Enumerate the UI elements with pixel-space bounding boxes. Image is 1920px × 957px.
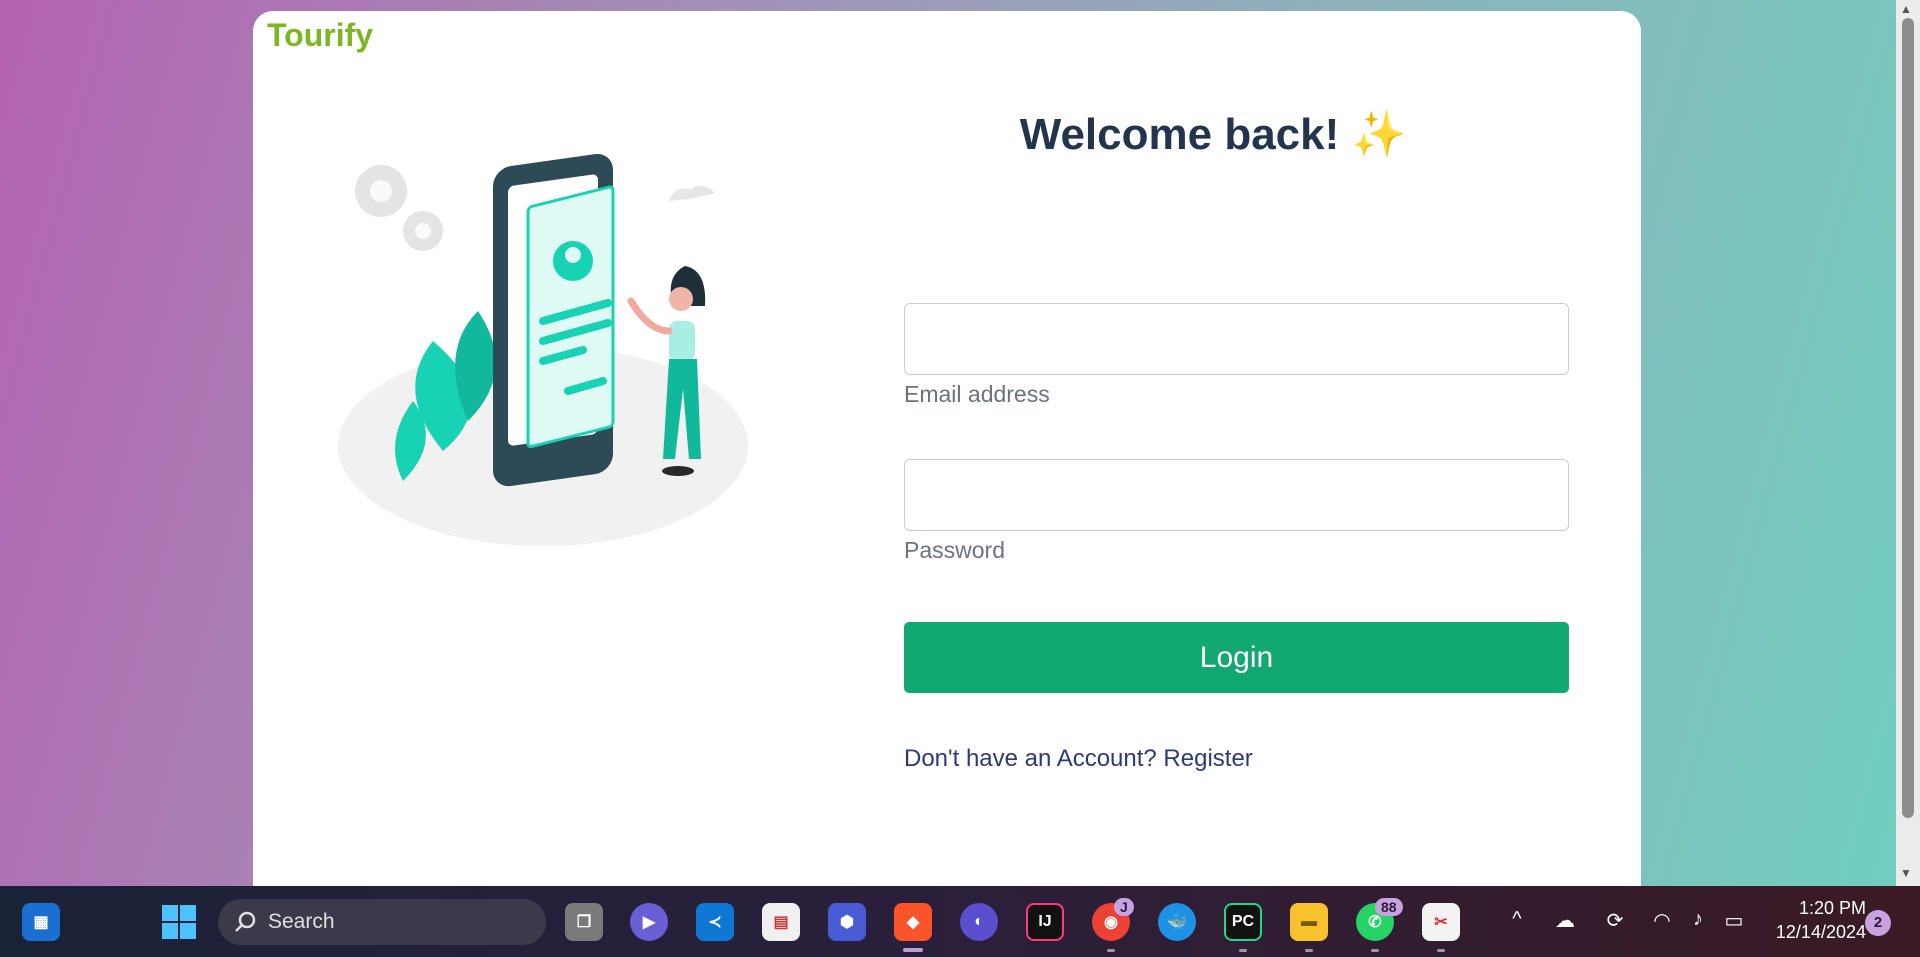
intellij-icon[interactable]: IJ	[1026, 903, 1064, 941]
login-card: Tourify Welcome back! ✨ Email address Pa…	[253, 11, 1641, 886]
login-button[interactable]: Login	[904, 622, 1569, 693]
volume-icon[interactable]: ♪	[1684, 908, 1712, 936]
moon-app-icon[interactable]: ◐	[960, 903, 998, 941]
scroll-thumb[interactable]	[1902, 18, 1914, 818]
search-icon	[235, 911, 256, 932]
pycharm-icon[interactable]: PC	[1224, 903, 1262, 941]
task-view-icon[interactable]: ❐	[565, 903, 603, 941]
snipping-indicator	[1437, 949, 1445, 952]
widgets-icon[interactable]: ▦	[22, 903, 60, 941]
clock-date[interactable]: 12/14/2024	[1746, 922, 1866, 943]
scroll-down-icon[interactable]: ▼	[1900, 866, 1912, 880]
brand-logo[interactable]: Tourify	[267, 17, 373, 54]
register-link[interactable]: Don't have an Account? Register	[904, 745, 1253, 773]
chrome-indicator	[1107, 949, 1115, 952]
brave-icon[interactable]: ◆	[894, 903, 932, 941]
phone-login-illustration-icon	[338, 154, 748, 546]
brave-active-indicator	[903, 948, 923, 952]
chevron-up-icon[interactable]: ^	[1503, 908, 1531, 936]
snipping-tool-icon[interactable]: ✂	[1422, 903, 1460, 941]
store-icon[interactable]: ▤	[762, 903, 800, 941]
pycharm-indicator	[1239, 949, 1247, 952]
whatsapp-badge: 88	[1375, 898, 1403, 916]
notification-count[interactable]: 2	[1865, 910, 1891, 936]
vscode-icon[interactable]: ≺	[696, 903, 734, 941]
file-explorer-icon[interactable]: ▬	[1290, 903, 1328, 941]
docker-icon[interactable]: 🐳	[1158, 903, 1196, 941]
taskbar: ▦ Search ❐ ▶ ≺ ▤ ⬢ ◆ ◐ IJ ◉ J 🐳 PC ▬ ✆ 8…	[0, 886, 1920, 957]
wifi-icon[interactable]: ◠	[1648, 908, 1676, 936]
password-label: Password	[904, 537, 1005, 563]
explorer-indicator	[1305, 949, 1313, 952]
onedrive-icon[interactable]: ☁	[1551, 908, 1579, 936]
start-icon[interactable]	[160, 903, 198, 941]
whatsapp-indicator	[1371, 949, 1379, 952]
password-input[interactable]	[904, 459, 1569, 531]
email-input[interactable]	[904, 303, 1569, 375]
vertical-scrollbar[interactable]: ▲ ▼	[1896, 0, 1920, 886]
copilot-icon[interactable]: ⬢	[828, 903, 866, 941]
battery-icon[interactable]: ▭	[1720, 908, 1748, 936]
sync-icon[interactable]: ⟳	[1601, 908, 1629, 936]
taskbar-search[interactable]: Search	[218, 899, 546, 945]
meet-icon[interactable]: ▶	[630, 903, 668, 941]
clock-time[interactable]: 1:20 PM	[1766, 898, 1866, 919]
chrome-profile-badge: J	[1114, 898, 1134, 916]
page-title: Welcome back! ✨	[1019, 110, 1407, 159]
scroll-up-icon[interactable]: ▲	[1900, 2, 1912, 16]
email-label: Email address	[904, 381, 1050, 407]
search-placeholder: Search	[268, 910, 335, 933]
